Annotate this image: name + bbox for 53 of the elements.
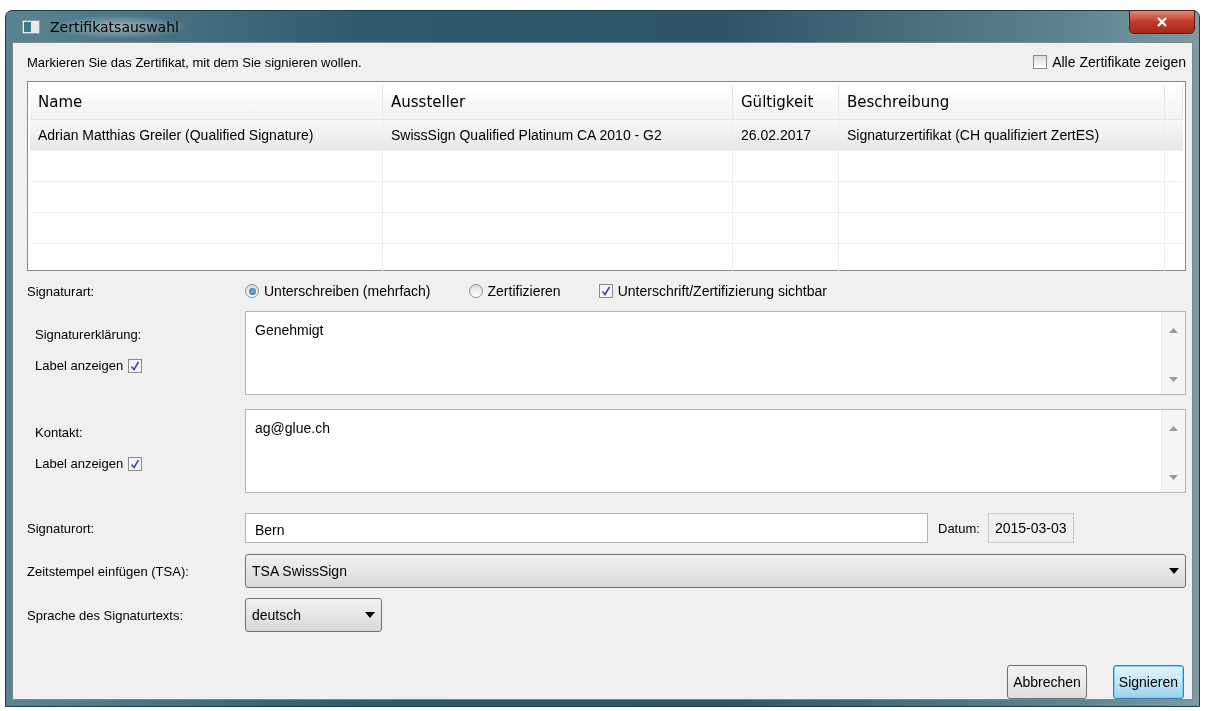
scrollbar[interactable]: [1161, 410, 1185, 492]
scrollbar[interactable]: [1161, 312, 1185, 394]
text-area[interactable]: Genehmigt: [245, 311, 1186, 395]
radio-label: Unterschreiben (mehrfach): [264, 283, 431, 299]
dialog-button[interactable]: Signieren: [1112, 665, 1184, 699]
show-label-text: Label anzeigen: [35, 358, 124, 373]
field-label: Kontakt:: [35, 425, 84, 440]
radio-button[interactable]: [245, 284, 259, 298]
text-area-value: Genehmigt: [254, 321, 324, 340]
table-cell: Signaturzertifikat (CH qualifiziert ZertES): [839, 120, 1165, 150]
scroll-up-icon: [1169, 328, 1178, 333]
caret-icon: [365, 612, 375, 618]
check-icon: [600, 286, 611, 296]
show-label-text: Label anzeigen: [35, 456, 124, 471]
location-label: Signaturort:: [27, 520, 96, 536]
scroll-down-icon: [1169, 475, 1178, 480]
show-all-label: Alle Zertifikate zeigen: [1052, 54, 1186, 70]
close-button[interactable]: [1129, 10, 1195, 34]
close-icon: [1156, 17, 1168, 27]
check-icon: [130, 458, 141, 469]
certificate-row[interactable]: Adrian Matthias Greiler (Qualified Signature) SwissSign Qualified Platinum CA 2010 - G2 26.02.2017 Signaturzertifikat (CH qualifiziert ZertES): [30, 120, 1183, 151]
instruction-text: Markieren Sie das Zertifikat, mit dem Sie signieren wollen.: [27, 54, 362, 70]
column-header[interactable]: Gültigkeit: [733, 85, 839, 119]
show-label-checkbox[interactable]: [128, 456, 143, 471]
scroll-up-icon: [1169, 426, 1178, 431]
column-header[interactable]: Aussteller: [383, 85, 733, 119]
tsa-label: Zeitstempel einfügen (TSA):: [27, 563, 190, 579]
table-cell: SwissSign Qualified Platinum CA 2010 - G2: [383, 120, 733, 150]
date-field[interactable]: 2015-03-03: [987, 513, 1074, 543]
column-header[interactable]: Name: [30, 85, 383, 119]
visible-checkbox[interactable]: [598, 284, 613, 298]
visible-label: Unterschrift/Zertifizierung sichtbar: [617, 283, 827, 299]
language-label: Sprache des Signaturtexts:: [27, 607, 185, 623]
location-field[interactable]: Bern: [245, 513, 928, 543]
show-label-checkbox[interactable]: [128, 358, 143, 373]
dialog-button[interactable]: Abbrechen: [1007, 665, 1087, 699]
radio-button[interactable]: [468, 284, 483, 298]
scroll-down-icon: [1169, 377, 1178, 382]
caret-icon: [1169, 568, 1179, 574]
radio-label: Zertifizieren: [487, 283, 561, 299]
show-all-checkbox[interactable]: [1033, 55, 1048, 69]
check-icon: [130, 360, 141, 371]
field-label: Signaturerklärung:: [35, 327, 143, 342]
text-area[interactable]: ag@glue.ch: [245, 409, 1186, 493]
window-icon: [22, 19, 40, 34]
column-header[interactable]: Beschreibung: [839, 85, 1165, 119]
language-dropdown[interactable]: deutsch: [245, 598, 382, 632]
table-cell: 26.02.2017: [733, 120, 839, 150]
signature-type-label: Signaturart:: [27, 283, 96, 299]
tsa-dropdown[interactable]: TSA SwissSign: [245, 554, 1186, 588]
date-label: Datum:: [938, 520, 980, 536]
table-cell: Adrian Matthias Greiler (Qualified Signature): [30, 120, 383, 150]
text-area-value: ag@glue.ch: [254, 419, 330, 438]
